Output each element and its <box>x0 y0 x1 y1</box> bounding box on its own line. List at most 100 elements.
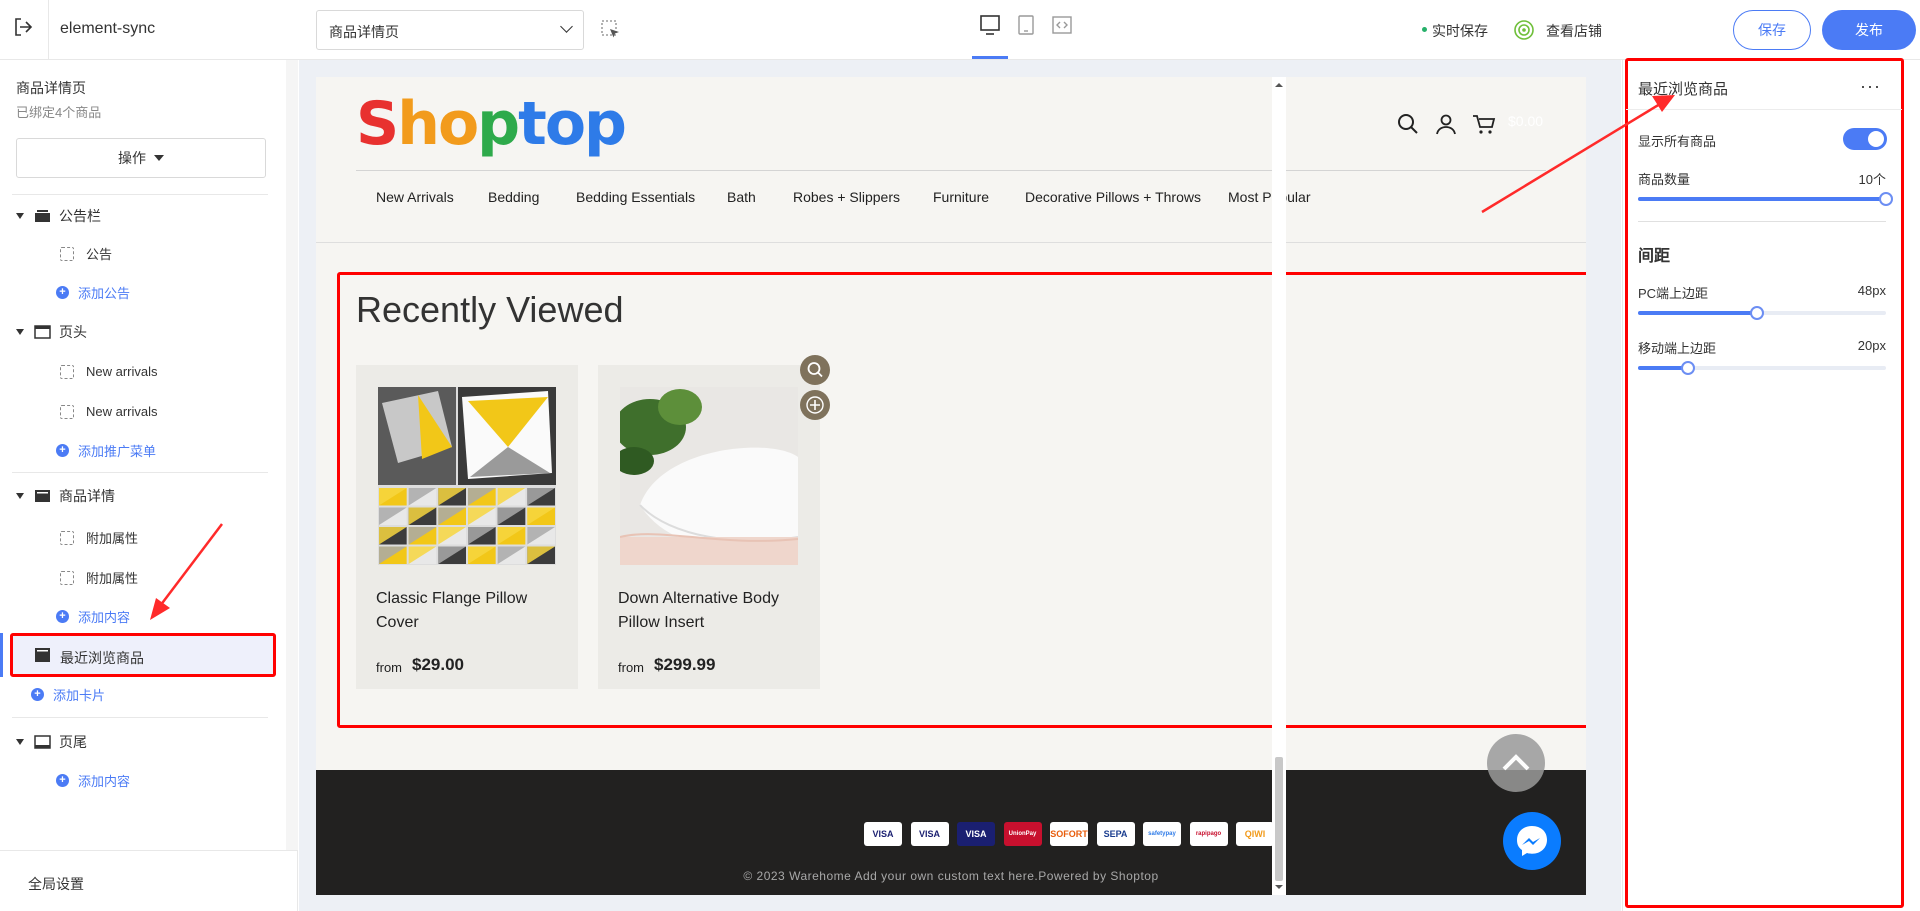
active-device-indicator <box>972 56 1008 59</box>
logo-letter: o <box>437 89 479 159</box>
nav-bedding-essentials[interactable]: Bedding Essentials <box>576 189 695 205</box>
nav-furniture[interactable]: Furniture <box>933 189 989 205</box>
add-announcement-button[interactable]: + 添加公告 <box>56 283 130 302</box>
user-icon[interactable] <box>1434 112 1458 136</box>
logo-letter: p <box>477 89 520 159</box>
operations-button[interactable]: 操作 <box>16 138 266 178</box>
nav-bedding[interactable]: Bedding <box>488 189 539 205</box>
page-select[interactable]: 商品详情页 <box>316 10 584 50</box>
sidebar-group-label: 商品详情 <box>59 488 115 504</box>
payment-method-badge: VISA <box>864 822 902 846</box>
sidebar-item-label: 附加属性 <box>86 571 139 586</box>
nav-new-arrivals[interactable]: New Arrivals <box>376 189 454 205</box>
divider <box>12 717 268 718</box>
sidebar-subtitle: 已绑定4个商品 <box>16 105 102 120</box>
nav-bath[interactable]: Bath <box>727 189 756 205</box>
divider <box>12 194 268 195</box>
slider-thumb[interactable] <box>1750 306 1765 320</box>
sidebar-group-label: 公告栏 <box>59 208 101 224</box>
slider-fill <box>1638 197 1886 201</box>
mobile-top-margin-value: 20px <box>1857 338 1886 353</box>
nav-robes-slippers[interactable]: Robes + Slippers <box>793 189 900 205</box>
add-label: 添加公告 <box>78 286 131 301</box>
mobile-top-margin-slider[interactable] <box>1638 361 1886 375</box>
pc-top-margin-slider[interactable] <box>1638 306 1886 320</box>
page-select-value: 商品详情页 <box>329 24 399 40</box>
header-icon <box>34 325 51 339</box>
product-count-slider[interactable] <box>1638 192 1893 206</box>
exit-icon[interactable] <box>12 16 34 38</box>
sidebar-item-recently-viewed[interactable]: 最近浏览商品 <box>10 633 276 677</box>
save-button[interactable]: 保存 <box>1733 10 1811 50</box>
sidebar-group-product-detail[interactable]: 商品详情 <box>16 484 115 508</box>
sidebar-group-footer[interactable]: 页尾 <box>16 730 87 754</box>
panel-title: 最近浏览商品 <box>1638 81 1729 98</box>
add-footer-content-button[interactable]: + 添加内容 <box>56 771 130 790</box>
sidebar-item-announcement[interactable]: 公告 <box>60 244 112 263</box>
payment-method-badge: UnionPay <box>1003 822 1042 846</box>
add-label: 添加卡片 <box>53 688 106 703</box>
view-store-link[interactable]: 查看店铺 <box>1546 21 1602 41</box>
sidebar-item-label: 最近浏览商品 <box>60 650 144 666</box>
slider-thumb[interactable] <box>1879 192 1893 206</box>
sidebar-group-header[interactable]: 页头 <box>16 320 87 344</box>
payment-method-badge: QIWI <box>1236 822 1274 846</box>
scroll-to-top-button[interactable] <box>1487 734 1545 792</box>
eye-icon[interactable] <box>1513 19 1535 41</box>
tablet-view-icon[interactable] <box>1015 14 1037 36</box>
plus-circle-icon: + <box>31 688 44 701</box>
sidebar-item-new-arrivals[interactable]: New arrivals <box>60 364 158 379</box>
plus-circle-icon: + <box>56 286 69 299</box>
add-label: 添加推广菜单 <box>78 444 157 459</box>
logo-letter: t <box>518 89 547 159</box>
sidebar-group-announcement[interactable]: 公告栏 <box>16 204 101 228</box>
nav-decorative-pillows[interactable]: Decorative Pillows + Throws <box>1025 189 1201 205</box>
collapse-triangle-icon <box>16 213 24 219</box>
chevron-down-icon <box>560 20 573 33</box>
sidebar-item-label: 公告 <box>86 247 113 262</box>
collapse-triangle-icon <box>16 493 24 499</box>
search-icon[interactable] <box>1396 112 1420 136</box>
mobile-top-margin-label: 移动端上边距 <box>1638 341 1717 356</box>
copyright-text: © 2023 Warehome Add your own custom text… <box>743 869 1159 883</box>
add-promo-menu-button[interactable]: + 添加推广菜单 <box>56 441 156 460</box>
select-element-icon[interactable] <box>601 20 621 40</box>
sidebar: 商品详情页 已绑定4个商品 操作 公告栏 公告 + 添加公告 页头 New ar… <box>0 60 298 911</box>
code-view-icon[interactable] <box>1051 14 1073 36</box>
messenger-icon[interactable] <box>1503 812 1561 870</box>
logo-letter: o <box>544 89 586 159</box>
preview-scrollbar[interactable] <box>1272 77 1286 895</box>
slider-thumb[interactable] <box>1680 361 1695 375</box>
divider <box>1626 109 1902 110</box>
global-settings-link[interactable]: 全局设置 <box>28 874 84 894</box>
sidebar-group-label: 页尾 <box>59 734 87 750</box>
toggle-knob <box>1868 131 1884 147</box>
block-icon <box>60 570 74 585</box>
divider <box>356 170 1546 171</box>
sidebar-item-extra-attr[interactable]: 附加属性 <box>60 528 138 547</box>
show-all-label: 显示所有商品 <box>1638 134 1717 149</box>
sidebar-scrollbar[interactable] <box>286 60 298 850</box>
payment-method-badge: SOFORT <box>1050 822 1088 846</box>
top-bar: element-sync 商品详情页 实时保存 查看店铺 保存 发布 <box>0 0 1920 60</box>
sidebar-item-new-arrivals[interactable]: New arrivals <box>60 404 158 419</box>
desktop-view-icon[interactable] <box>979 14 1001 36</box>
payment-method-badge: rapipago <box>1189 822 1228 846</box>
nav-most-popular[interactable]: Most Popular <box>1228 189 1310 205</box>
more-options-icon[interactable]: ··· <box>1860 76 1881 97</box>
logo-letter: h <box>397 89 440 159</box>
footer-icon <box>34 735 51 749</box>
plus-circle-icon: + <box>56 444 69 457</box>
app-name: element-sync <box>60 20 156 37</box>
block-icon <box>60 246 74 261</box>
divider <box>1638 221 1886 222</box>
publish-button[interactable]: 发布 <box>1822 10 1916 50</box>
sidebar-item-extra-attr[interactable]: 附加属性 <box>60 568 138 587</box>
product-detail-icon <box>35 490 50 502</box>
add-card-button[interactable]: + 添加卡片 <box>31 685 105 704</box>
add-content-button[interactable]: + 添加内容 <box>56 607 130 626</box>
cart-icon[interactable] <box>1472 112 1496 136</box>
show-all-toggle[interactable] <box>1843 128 1887 150</box>
divider <box>48 0 49 60</box>
collapse-triangle-icon <box>16 329 24 335</box>
